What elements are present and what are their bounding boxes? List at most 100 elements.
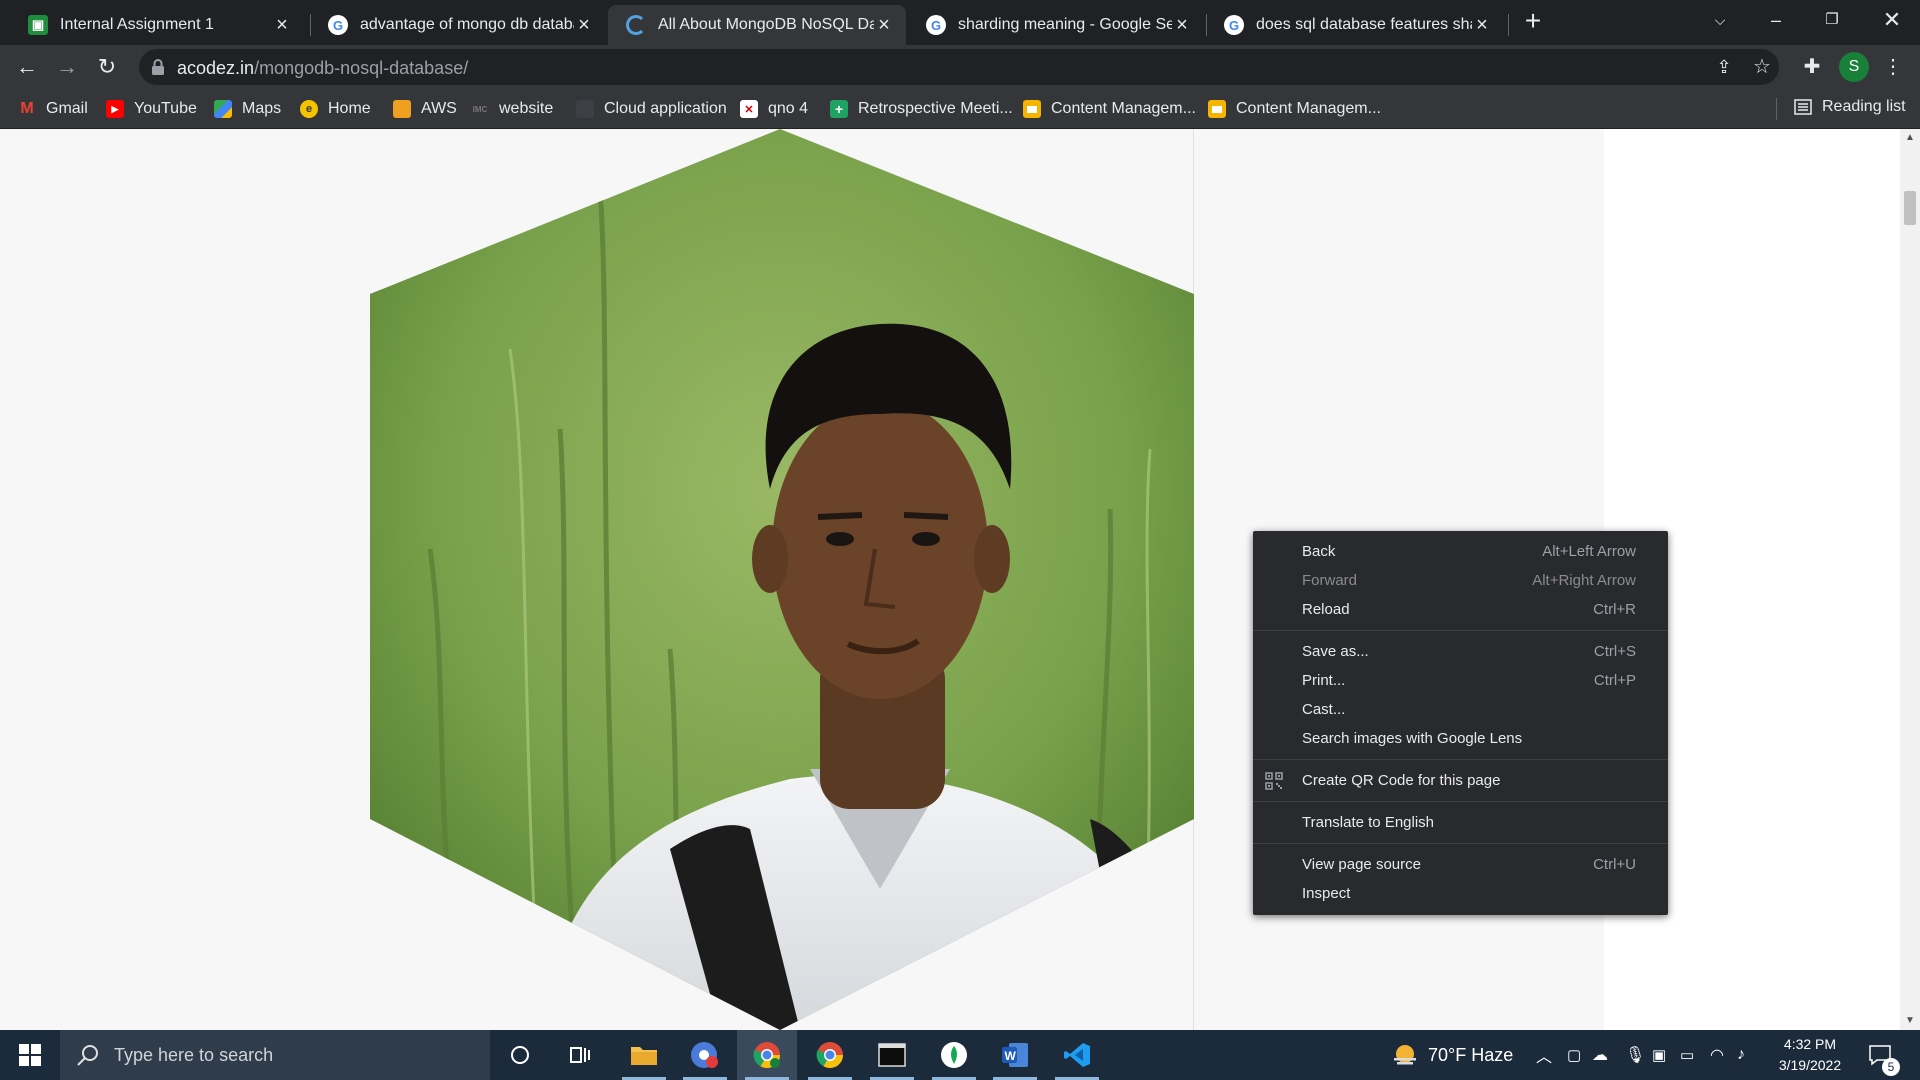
tab-advantage-mongo[interactable]: G advantage of mongo db databas × [310, 5, 606, 45]
wifi-icon[interactable]: ◠ [1710, 1030, 1724, 1080]
chrome-profile-icon[interactable] [675, 1030, 735, 1080]
tab-title: Internal Assignment 1 [60, 16, 214, 33]
menu-item-translate[interactable]: Translate to English [1253, 808, 1668, 837]
close-window-icon[interactable]: ✕ [1866, 0, 1918, 40]
share-icon[interactable]: ⇪ [1709, 52, 1739, 82]
close-tab-icon[interactable]: × [1472, 15, 1492, 35]
word-icon[interactable]: W [985, 1030, 1045, 1080]
profile-avatar[interactable]: S [1839, 52, 1869, 82]
mongodb-compass-icon[interactable] [924, 1030, 984, 1080]
weather-widget[interactable]: 70°F Haze [1392, 1030, 1513, 1080]
lock-icon[interactable] [151, 58, 165, 76]
onedrive-cloud-icon[interactable]: ☁ [1592, 1030, 1608, 1080]
bookmark-cloud-application[interactable]: Cloud application [576, 98, 727, 120]
bookmark-label: qno 4 [768, 100, 809, 117]
menu-item-view-source[interactable]: View page source Ctrl+U [1253, 850, 1668, 879]
url-domain: acodez.in [177, 58, 255, 78]
show-hidden-icons-chevron-icon[interactable]: ︿ [1536, 1030, 1552, 1080]
website-icon: IMC [472, 104, 488, 114]
menu-item-shortcut: Alt+Left Arrow [1542, 543, 1636, 560]
extensions-puzzle-icon[interactable]: ✚ [1797, 52, 1827, 82]
minimize-icon[interactable]: – [1750, 0, 1802, 40]
menu-item-forward[interactable]: Forward Alt+Right Arrow [1253, 566, 1668, 595]
bookmark-gmail[interactable]: M Gmail [18, 98, 87, 120]
search-placeholder: Type here to search [114, 1044, 274, 1065]
menu-item-label: View page source [1302, 856, 1421, 873]
page-scrollbar[interactable]: ▲ ▼ [1900, 129, 1920, 1030]
tab-title: does sql database features shard [1256, 16, 1472, 33]
chrome-icon[interactable] [737, 1030, 797, 1080]
menu-item-qr-code[interactable]: Create QR Code for this page [1253, 766, 1668, 795]
forward-arrow-icon[interactable]: → [52, 52, 82, 82]
url-text[interactable]: acodez.in/mongodb-nosql-database/ [177, 58, 468, 79]
google-icon: G [328, 15, 348, 35]
close-tab-icon[interactable]: × [1172, 15, 1192, 35]
tab-title: sharding meaning - Google Searc [958, 16, 1172, 33]
menu-item-print[interactable]: Print... Ctrl+P [1253, 666, 1668, 695]
vscode-icon[interactable] [1047, 1030, 1107, 1080]
bookmark-website[interactable]: IMC website [471, 98, 554, 120]
reading-list-button[interactable]: Reading list [1776, 98, 1906, 120]
bookmark-home[interactable]: e Home [300, 98, 371, 120]
kebab-menu-icon[interactable]: ⋮ [1878, 52, 1908, 82]
back-arrow-icon[interactable]: ← [12, 52, 42, 82]
windows-logo-icon [19, 1044, 41, 1066]
tab-internal-assignment[interactable]: ▣ Internal Assignment 1 × [10, 5, 304, 45]
menu-item-reload[interactable]: Reload Ctrl+R [1253, 595, 1668, 624]
taskbar-search-box[interactable]: Type here to search [60, 1030, 490, 1080]
battery-icon[interactable]: ▭ [1680, 1030, 1694, 1080]
restore-icon[interactable]: ❐ [1806, 0, 1858, 40]
menu-item-label: Forward [1302, 572, 1358, 589]
cortana-icon[interactable] [490, 1030, 550, 1080]
close-tab-icon[interactable]: × [874, 15, 894, 35]
display-icon[interactable]: ▣ [1652, 1030, 1666, 1080]
tab-all-about-mongodb[interactable]: All About MongoDB NoSQL Data × [608, 5, 906, 45]
new-tab-button[interactable]: + [1520, 7, 1546, 35]
menu-item-label: Search images with Google Lens [1302, 730, 1523, 747]
microphone-icon[interactable]: 🎙 [1625, 1030, 1645, 1080]
acodez-icon [626, 15, 646, 35]
notification-center-button[interactable]: 5 [1868, 1030, 1900, 1080]
svg-text:W: W [1005, 1049, 1017, 1063]
bookmark-youtube[interactable]: ▶ YouTube [106, 98, 197, 120]
tab-title: All About MongoDB NoSQL Data [658, 16, 874, 33]
bookmark-content-management-2[interactable]: Content Managem... [1208, 98, 1381, 120]
scroll-down-arrow-icon[interactable]: ▼ [1900, 1012, 1920, 1030]
meet-now-icon[interactable]: ▢ [1567, 1030, 1581, 1080]
sun-haze-icon [1394, 1045, 1416, 1065]
menu-item-cast[interactable]: Cast... [1253, 695, 1668, 724]
bookmark-label: website [499, 100, 554, 117]
scroll-up-arrow-icon[interactable]: ▲ [1900, 129, 1920, 147]
menu-item-back[interactable]: Back Alt+Left Arrow [1253, 537, 1668, 566]
start-button[interactable] [0, 1030, 60, 1080]
bookmark-content-management-1[interactable]: Content Managem... [1023, 98, 1196, 120]
cloud-icon [576, 100, 594, 118]
chrome-alt-icon[interactable] [800, 1030, 860, 1080]
bookmark-retrospective[interactable]: + Retrospective Meeti... [830, 98, 1013, 120]
terminal-icon[interactable] [862, 1030, 922, 1080]
close-tab-icon[interactable]: × [272, 15, 292, 35]
menu-item-label: Create QR Code for this page [1302, 772, 1501, 789]
menu-item-inspect[interactable]: Inspect [1253, 879, 1668, 908]
bookmark-aws[interactable]: AWS [393, 98, 457, 120]
scrollbar-thumb[interactable] [1904, 191, 1916, 225]
tab-sql-sharding[interactable]: G does sql database features shard × [1206, 5, 1504, 45]
close-tab-icon[interactable]: × [574, 15, 594, 35]
bookmark-star-icon[interactable]: ☆ [1747, 52, 1777, 82]
clock-time: 4:32 PM [1783, 1036, 1837, 1052]
volume-icon[interactable]: ♪ [1737, 1030, 1745, 1080]
reload-icon[interactable]: ↻ [92, 52, 122, 82]
menu-item-google-lens[interactable]: Search images with Google Lens [1253, 724, 1668, 753]
tab-sharding-meaning[interactable]: G sharding meaning - Google Searc × [908, 5, 1204, 45]
system-clock[interactable]: 4:32 PM 3/19/2022 [1762, 1034, 1858, 1076]
bookmark-qno-4[interactable]: ✕ qno 4 [740, 98, 808, 120]
menu-item-save-as[interactable]: Save as... Ctrl+S [1253, 637, 1668, 666]
task-view-icon[interactable] [550, 1030, 610, 1080]
tab-search-icon[interactable]: ⌵ [1694, 0, 1746, 40]
address-bar[interactable]: acodez.in/mongodb-nosql-database/ ⇪ ☆ [139, 49, 1779, 85]
qr-code-icon [1265, 772, 1283, 790]
bookmark-maps[interactable]: Maps [214, 98, 281, 120]
maps-icon [214, 100, 232, 118]
file-explorer-icon[interactable] [614, 1030, 674, 1080]
menu-item-label: Cast... [1302, 701, 1346, 718]
